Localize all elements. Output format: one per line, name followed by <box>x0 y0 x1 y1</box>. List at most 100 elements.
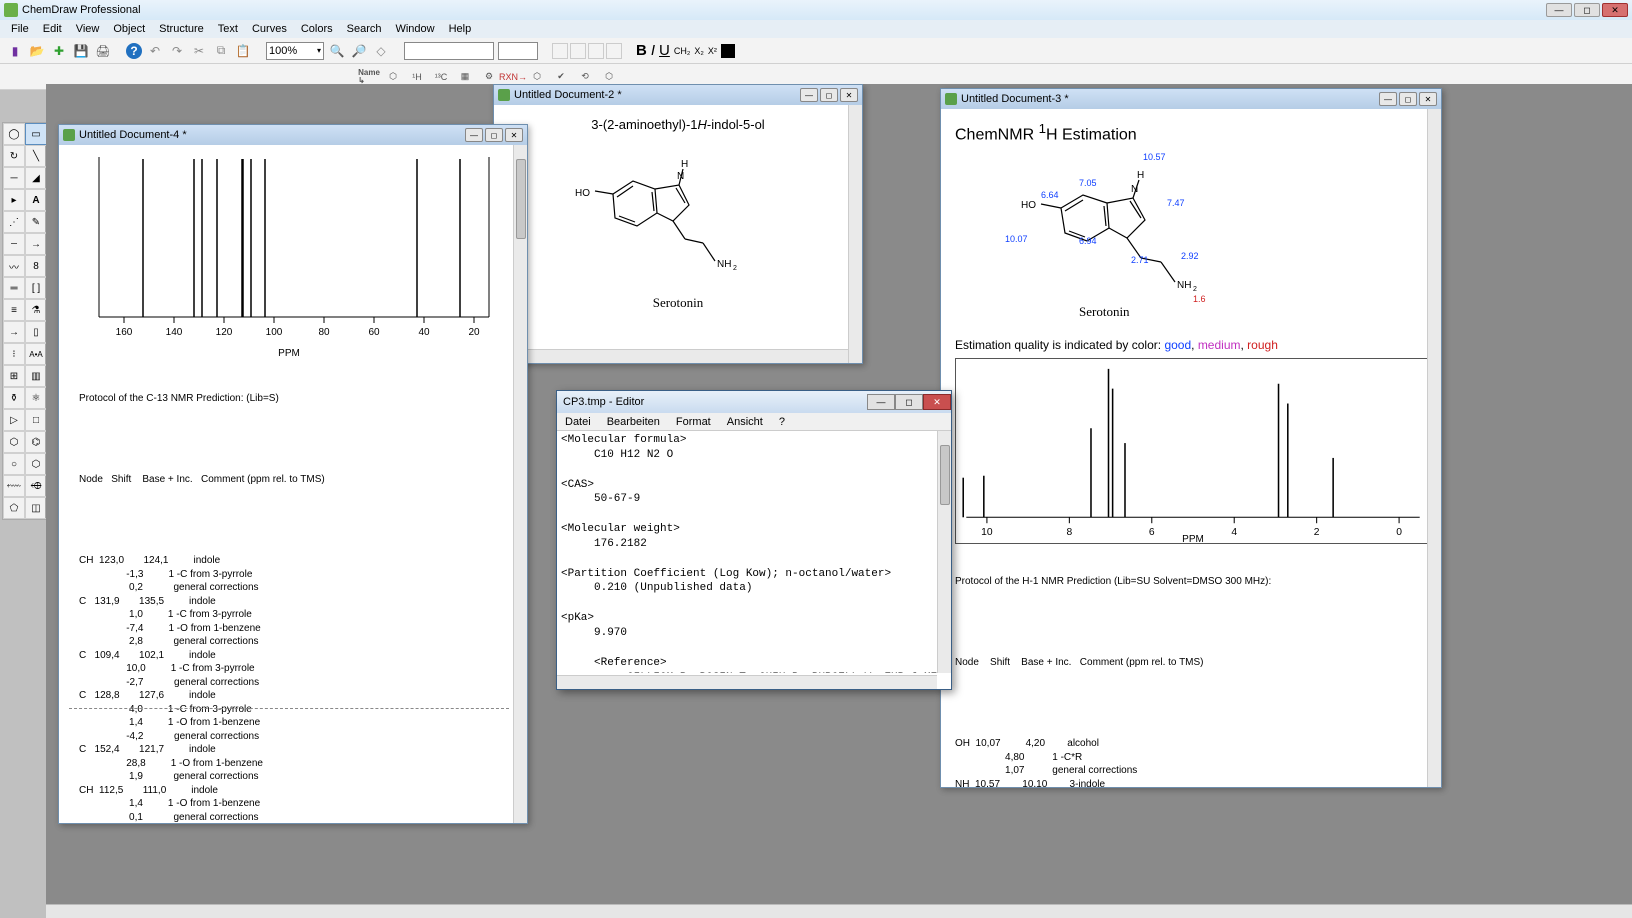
double-tool[interactable]: ═ <box>3 277 25 299</box>
color-swatch[interactable] <box>721 44 735 58</box>
menu-window[interactable]: Window <box>388 23 441 35</box>
undo-icon[interactable]: ↶ <box>146 42 164 60</box>
menu-structure[interactable]: Structure <box>152 23 211 35</box>
doc2-max[interactable]: ◻ <box>820 88 838 102</box>
menu-colors[interactable]: Colors <box>294 23 340 35</box>
doc4-max[interactable]: ◻ <box>485 128 503 142</box>
close-button[interactable]: ✕ <box>1602 3 1628 17</box>
dative-tool[interactable]: → <box>3 321 25 343</box>
aa-tool[interactable]: A•A <box>25 343 47 365</box>
zoom-input[interactable]: 100% <box>266 42 324 60</box>
zoom-out-icon[interactable]: 🔎 <box>350 42 368 60</box>
copy-icon[interactable]: ⧉ <box>212 42 230 60</box>
analysis-icon[interactable]: ⚙ <box>480 68 498 86</box>
subscript-icon[interactable]: X₂ <box>694 46 704 56</box>
doc4-close[interactable]: ✕ <box>505 128 523 142</box>
cut-icon[interactable]: ✂ <box>190 42 208 60</box>
editor-max[interactable]: ◻ <box>895 394 923 410</box>
formula-icon[interactable]: CH₂ <box>674 46 691 56</box>
rotate-tool[interactable]: ↻ <box>3 145 25 167</box>
benzene-tool[interactable]: ⌬ <box>25 431 47 453</box>
rxn-icon[interactable]: RXN→ <box>504 68 522 86</box>
italic-icon[interactable]: I <box>651 42 655 59</box>
cyclohex-tool[interactable]: ⬡ <box>25 453 47 475</box>
name-tool-icon[interactable]: Name↳ <box>360 68 378 86</box>
doc2-close[interactable]: ✕ <box>840 88 858 102</box>
align-left-icon[interactable] <box>552 43 568 59</box>
pentagon-tool[interactable]: ⬠ <box>3 497 25 519</box>
phenyl-icon[interactable]: ⬡ <box>600 68 618 86</box>
check-icon[interactable]: ✔ <box>552 68 570 86</box>
wedge-tool[interactable]: ▸ <box>3 189 25 211</box>
align-justify-icon[interactable] <box>606 43 622 59</box>
doc4-titlebar[interactable]: Untitled Document-4 * — ◻ ✕ <box>59 125 527 145</box>
triple-tool[interactable]: ≡ <box>3 299 25 321</box>
menu-search[interactable]: Search <box>340 23 389 35</box>
zoom-in-icon[interactable]: 🔍 <box>328 42 346 60</box>
doc4-vscroll[interactable] <box>513 145 527 823</box>
minimize-button[interactable]: — <box>1546 3 1572 17</box>
bold-icon[interactable]: B <box>636 42 647 59</box>
c13-nmr-icon[interactable]: ¹³C <box>432 68 450 86</box>
hash-tool[interactable]: ⋰ <box>3 211 25 233</box>
dash-tool[interactable]: ┄ <box>3 233 25 255</box>
menu-view[interactable]: View <box>69 23 107 35</box>
editor-min[interactable]: — <box>867 394 895 410</box>
font-size-select[interactable] <box>498 42 538 60</box>
pen-tool[interactable]: ✎ <box>25 211 47 233</box>
editor-content[interactable]: <Molecular formula> C10 H12 N2 O <CAS> 5… <box>559 431 937 673</box>
font-select[interactable] <box>404 42 494 60</box>
template-tool[interactable]: ▥ <box>25 365 47 387</box>
hexagon-tool[interactable]: ⬡ <box>3 431 25 453</box>
underline-icon[interactable]: U <box>659 42 670 59</box>
table-tool[interactable]: ⊞ <box>3 365 25 387</box>
arrow-tool[interactable]: → <box>25 233 47 255</box>
struct-to-name-icon[interactable]: ⬡ <box>384 68 402 86</box>
chair-tool[interactable]: ⬳ <box>3 475 25 497</box>
doc2-titlebar[interactable]: Untitled Document-2 * — ◻ ✕ <box>494 85 862 105</box>
multi-tool[interactable]: ⁝ <box>3 343 25 365</box>
editor-menu-help[interactable]: ? <box>771 416 793 428</box>
editor-menu-format[interactable]: Format <box>668 416 719 428</box>
eraser-tool[interactable]: ◢ <box>25 167 47 189</box>
marquee-tool[interactable]: ▭ <box>25 123 47 145</box>
menu-help[interactable]: Help <box>442 23 479 35</box>
editor-hscroll[interactable] <box>557 675 937 689</box>
editor-menu-datei[interactable]: Datei <box>557 416 599 428</box>
print-icon[interactable]: 🖨 <box>94 42 112 60</box>
doc2-hscroll[interactable] <box>494 349 848 363</box>
rotate-icon[interactable]: ◇ <box>372 42 390 60</box>
clean-icon[interactable]: ⟲ <box>576 68 594 86</box>
cube-tool[interactable]: ◫ <box>25 497 47 519</box>
editor-menu-bearbeiten[interactable]: Bearbeiten <box>599 416 668 428</box>
bond-tool[interactable]: ╲ <box>25 145 47 167</box>
wavy-tool[interactable]: 〰 <box>3 255 25 277</box>
lasso-tool[interactable]: ◯ <box>3 123 25 145</box>
doc2-vscroll[interactable] <box>848 105 862 363</box>
doc4-min[interactable]: — <box>465 128 483 142</box>
paste-icon[interactable]: 📋 <box>234 42 252 60</box>
doc3-vscroll[interactable] <box>1427 109 1441 787</box>
atom-tool[interactable]: ⚛ <box>25 387 47 409</box>
circle-tool[interactable]: ○ <box>3 453 25 475</box>
superscript-icon[interactable]: X² <box>708 46 717 56</box>
doc3-min[interactable]: — <box>1379 92 1397 106</box>
orbital-tool[interactable]: 8 <box>25 255 47 277</box>
doc3-titlebar[interactable]: Untitled Document-3 * — ◻ ✕ <box>941 89 1441 109</box>
app-hscroll[interactable] <box>46 904 1632 918</box>
tlc-tool[interactable]: ▯ <box>25 321 47 343</box>
menu-file[interactable]: File <box>4 23 36 35</box>
open-icon[interactable]: 📂 <box>28 42 46 60</box>
h1-nmr-icon[interactable]: ¹H <box>408 68 426 86</box>
editor-close[interactable]: ✕ <box>923 394 951 410</box>
editor-vscroll[interactable] <box>937 431 951 673</box>
doc3-close[interactable]: ✕ <box>1419 92 1437 106</box>
editor-titlebar[interactable]: CP3.tmp - Editor — ◻ ✕ <box>557 391 951 413</box>
doc3-max[interactable]: ◻ <box>1399 92 1417 106</box>
multi-icon[interactable]: ✚ <box>50 42 68 60</box>
save-icon[interactable]: 💾 <box>72 42 90 60</box>
flask-tool[interactable]: ⚱ <box>3 387 25 409</box>
chem-tool[interactable]: ⚗ <box>25 299 47 321</box>
square-tool[interactable]: □ <box>25 409 47 431</box>
menu-object[interactable]: Object <box>106 23 152 35</box>
